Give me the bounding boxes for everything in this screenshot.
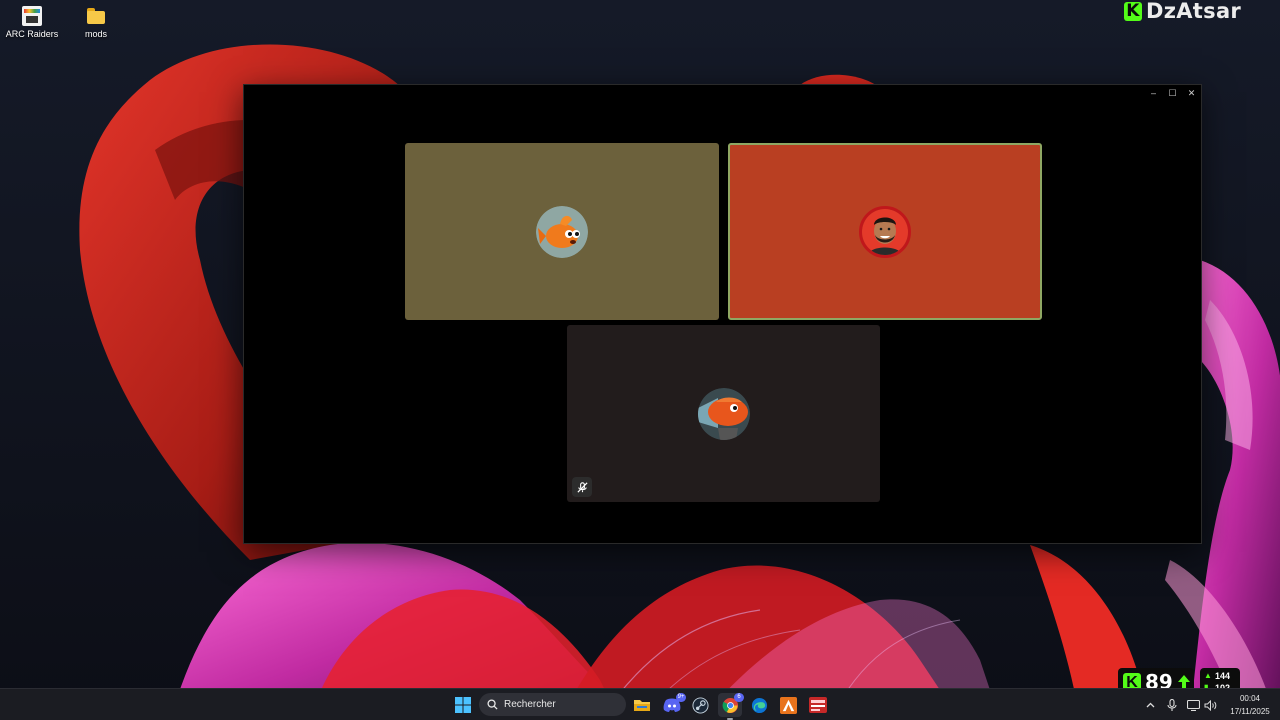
steam-icon xyxy=(691,696,709,714)
steam-button[interactable] xyxy=(688,693,712,717)
clock-time: 00:04 xyxy=(1239,694,1261,703)
discord-button[interactable]: 9+ xyxy=(660,693,686,717)
desktop-icon-label: mods xyxy=(84,29,107,39)
taskbar-search[interactable]: Rechercher xyxy=(479,693,626,716)
close-button[interactable]: ✕ xyxy=(1182,85,1201,101)
search-icon xyxy=(487,699,498,710)
maximize-button[interactable]: ☐ xyxy=(1163,85,1182,101)
chevron-up-icon xyxy=(1146,702,1154,708)
show-hidden-icons-button[interactable] xyxy=(1143,698,1157,712)
volume-tray-button[interactable] xyxy=(1203,698,1217,712)
volume-icon xyxy=(1204,699,1216,711)
mic-off-icon xyxy=(576,481,588,493)
chrome-button[interactable]: 6 xyxy=(718,693,744,720)
system-clock[interactable]: 00:04 17/11/2025 xyxy=(1222,692,1278,718)
microphone-tray-button[interactable] xyxy=(1165,698,1179,712)
followers-icon: ▲ xyxy=(1204,671,1212,680)
arc-raiders-icon xyxy=(22,6,42,26)
notification-badge: 6 xyxy=(734,693,744,702)
participant-tile[interactable] xyxy=(405,143,719,320)
streamer-watermark: K DzAtsar xyxy=(1124,0,1242,23)
adobe-app-button[interactable] xyxy=(776,693,800,717)
edge-icon xyxy=(751,697,767,713)
desktop-icon-arc-raiders[interactable]: ARC Raiders xyxy=(0,6,64,39)
notification-badge: 9+ xyxy=(676,693,686,702)
voice-call-window: – ☐ ✕ xyxy=(243,84,1202,544)
voice-app-icon xyxy=(809,697,827,713)
voice-app-button[interactable] xyxy=(806,693,830,717)
edge-button[interactable] xyxy=(747,693,771,717)
smiling-man-avatar xyxy=(859,205,911,258)
clock-date: 17/11/2025 xyxy=(1230,707,1270,716)
window-controls: – ☐ ✕ xyxy=(1144,85,1201,101)
search-placeholder: Rechercher xyxy=(504,699,556,710)
windows-start-icon xyxy=(455,697,471,713)
file-explorer-button[interactable] xyxy=(630,693,654,717)
minimize-button[interactable]: – xyxy=(1144,85,1163,101)
participant-tile[interactable] xyxy=(567,325,880,502)
microphone-icon xyxy=(1167,698,1177,711)
windows-start-button[interactable] xyxy=(451,693,475,717)
taskbar: Rechercher 9+ 6 00:04 17/11/2025 xyxy=(0,688,1280,720)
adobe-icon xyxy=(779,696,797,714)
desktop-icon-mods[interactable]: mods xyxy=(64,6,128,39)
file-explorer-icon xyxy=(634,700,650,711)
muted-badge xyxy=(572,477,592,497)
network-tray-button[interactable] xyxy=(1186,698,1200,712)
folder-icon xyxy=(86,6,106,26)
network-icon xyxy=(1186,699,1200,711)
desktop-icon-label: ARC Raiders xyxy=(5,29,59,39)
followers-count: 144 xyxy=(1215,671,1231,681)
orange-fish-avatar xyxy=(697,387,750,440)
participant-tile-speaking[interactable] xyxy=(728,143,1042,320)
kick-logo-icon: K xyxy=(1124,1,1142,21)
goldfish-avatar xyxy=(536,205,588,258)
watermark-text: DzAtsar xyxy=(1146,0,1242,23)
